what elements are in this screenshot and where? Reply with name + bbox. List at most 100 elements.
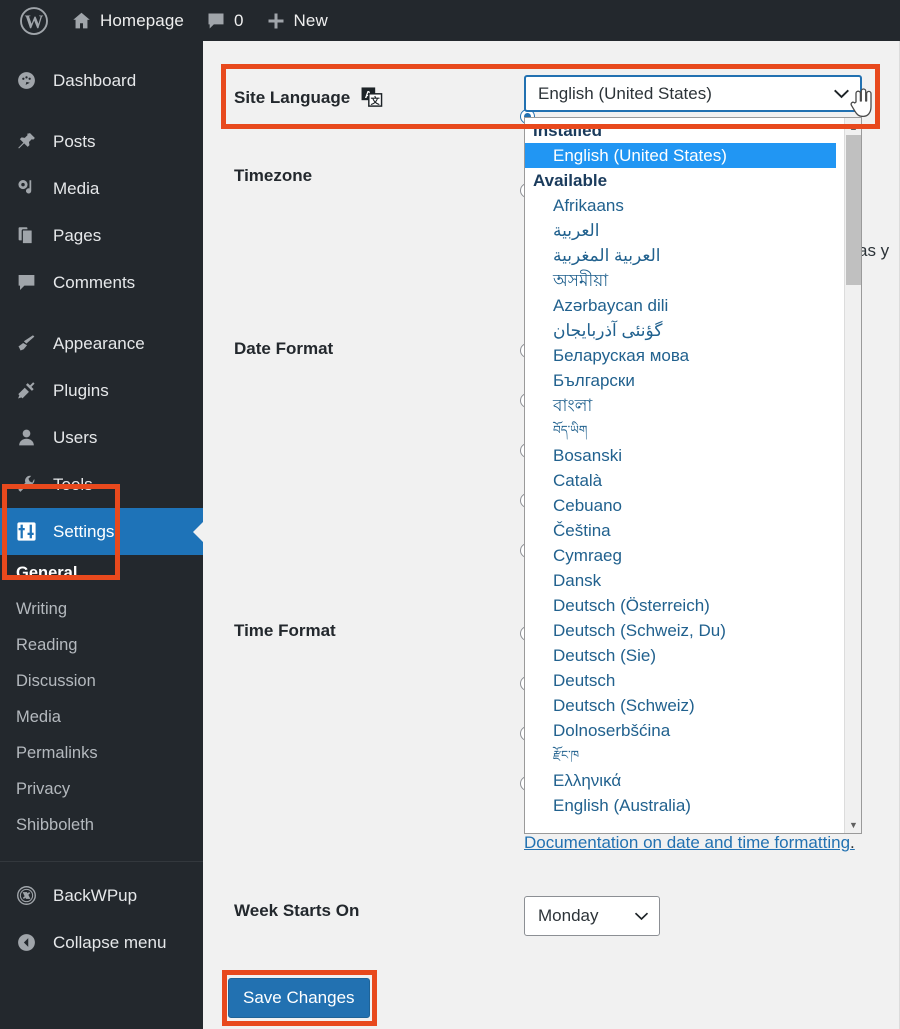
language-option[interactable]: বাংলা	[525, 393, 836, 418]
language-option[interactable]: Dansk	[525, 568, 836, 593]
language-option[interactable]: Afrikaans	[525, 193, 836, 218]
sidebar-item-appearance[interactable]: Appearance	[0, 320, 203, 367]
language-option[interactable]: অসমীয়া	[525, 268, 836, 293]
language-option[interactable]: العربية المغربية	[525, 243, 836, 268]
documentation-link-period: .	[850, 833, 855, 852]
scrollbar-down-arrow-icon[interactable]: ▼	[845, 816, 861, 833]
sidebar-item-label: Appearance	[53, 333, 145, 353]
site-language-select[interactable]: English (United States)	[524, 75, 862, 112]
collapse-arrow-icon	[16, 932, 42, 953]
sidebar-item-backwpup[interactable]: BackWPup	[0, 872, 203, 919]
adminbar-item-comments[interactable]: 0	[195, 0, 255, 41]
language-option[interactable]: Deutsch (Sie)	[525, 643, 836, 668]
language-option[interactable]: Ελληνικά	[525, 768, 836, 793]
week-starts-on-select[interactable]: Monday	[524, 896, 660, 936]
adminbar-comments-count: 0	[233, 10, 244, 30]
media-camera-music-icon	[16, 178, 42, 199]
sidebar-item-discussion[interactable]: Discussion	[0, 663, 203, 699]
language-option[interactable]: Български	[525, 368, 836, 393]
sidebar-item-privacy[interactable]: Privacy	[0, 771, 203, 807]
sidebar-item-settings[interactable]: Settings	[0, 508, 204, 555]
sidebar-item-media[interactable]: Media	[0, 165, 203, 212]
week-starts-on-label: Week Starts On	[234, 901, 360, 920]
sidebar-item-comments[interactable]: Comments	[0, 259, 203, 306]
language-option[interactable]: བོད་ཡིག	[525, 418, 836, 443]
language-option-english-united-states[interactable]: English (United States)	[525, 143, 836, 168]
adminbar-item-new[interactable]: New	[255, 0, 339, 41]
sidebar-item-users[interactable]: Users	[0, 414, 203, 461]
sidebar-item-collapse-menu[interactable]: Collapse menu	[0, 919, 203, 966]
sidebar-item-dashboard[interactable]: Dashboard	[0, 57, 203, 104]
language-option[interactable]: Deutsch (Schweiz, Du)	[525, 618, 836, 643]
sidebar-item-label: Dashboard	[53, 70, 137, 90]
admin-bar: W Homepage 0 New	[0, 0, 900, 41]
time-format-label: Time Format	[234, 621, 336, 640]
language-option-list: Installed English (United States) Availa…	[525, 118, 836, 833]
sidebar-item-label: Tools	[53, 474, 93, 494]
plug-icon	[16, 380, 42, 401]
sidebar-item-label: Users	[53, 427, 98, 447]
language-option[interactable]: Azərbaycan dili	[525, 293, 836, 318]
svg-text:W: W	[25, 12, 44, 33]
optgroup-available: Available	[533, 171, 608, 190]
site-language-dropdown-list[interactable]: Installed English (United States) Availa…	[524, 117, 862, 834]
sidebar-item-label: Media	[53, 178, 100, 198]
svg-text:文: 文	[370, 95, 381, 106]
settings-submenu: General Writing Reading Discussion Media…	[0, 555, 203, 847]
adminbar-item-homepage[interactable]: Homepage	[60, 0, 195, 41]
language-option[interactable]: Deutsch	[525, 668, 836, 693]
language-option[interactable]: Беларуская мова	[525, 343, 836, 368]
sidebar-item-general[interactable]: General	[0, 555, 203, 591]
timezone-label: Timezone	[234, 166, 313, 185]
week-starts-on-value: Monday	[538, 906, 599, 925]
wrench-icon	[16, 474, 42, 495]
language-option[interactable]: Deutsch (Schweiz)	[525, 693, 836, 718]
sidebar-item-label: Comments	[53, 272, 136, 292]
optgroup-installed: Installed	[533, 121, 602, 140]
comment-bubble-icon	[206, 11, 226, 31]
adminbar-new-label: New	[293, 10, 328, 30]
language-option[interactable]: Català	[525, 468, 836, 493]
language-option[interactable]: Deutsch (Österreich)	[525, 593, 836, 618]
language-option[interactable]: Cymraeg	[525, 543, 836, 568]
language-option[interactable]: རྫོང་ཁ	[525, 743, 836, 768]
dashboard-gauge-icon	[16, 70, 42, 91]
pin-icon	[16, 131, 42, 152]
sidebar-item-writing[interactable]: Writing	[0, 591, 203, 627]
dropdown-scrollbar[interactable]: ▲ ▼	[844, 118, 861, 833]
language-option[interactable]: Dolnoserbšćina	[525, 718, 836, 743]
language-option[interactable]: Cebuano	[525, 493, 836, 518]
language-option[interactable]: Čeština	[525, 518, 836, 543]
language-option[interactable]: گؤنئی آذربایجان	[525, 318, 836, 343]
sidebar-item-shibboleth[interactable]: Shibboleth	[0, 807, 203, 843]
date-format-label: Date Format	[234, 339, 334, 358]
current-menu-arrow-icon	[193, 520, 204, 543]
home-icon	[71, 10, 92, 31]
site-language-label-cell: Site Language A 文	[203, 84, 493, 108]
language-option[interactable]: Bosanski	[525, 443, 836, 468]
documentation-link-text: Documentation on date and time formattin…	[524, 833, 851, 852]
scrollbar-thumb[interactable]	[846, 135, 861, 285]
save-changes-button[interactable]: Save Changes	[228, 978, 370, 1018]
sidebar-item-tools[interactable]: Tools	[0, 461, 203, 508]
settings-sliders-icon	[16, 521, 42, 542]
translation-icon: A 文	[361, 87, 383, 107]
documentation-link[interactable]: Documentation on date and time formattin…	[524, 833, 855, 853]
admin-sidebar-menu: Dashboard Posts Media Pages Comments App…	[0, 41, 204, 1029]
sidebar-item-posts[interactable]: Posts	[0, 118, 203, 165]
sidebar-item-pages[interactable]: Pages	[0, 212, 203, 259]
sidebar-item-label: BackWPup	[53, 885, 138, 905]
language-option[interactable]: English (Australia)	[525, 793, 836, 818]
sidebar-item-media-settings[interactable]: Media	[0, 699, 203, 735]
scrollbar-up-arrow-icon[interactable]: ▲	[845, 118, 861, 135]
language-option[interactable]: العربية	[525, 218, 836, 243]
sidebar-item-label: Plugins	[53, 380, 109, 400]
sidebar-item-label: Pages	[53, 225, 102, 245]
sidebar-item-plugins[interactable]: Plugins	[0, 367, 203, 414]
sidebar-item-reading[interactable]: Reading	[0, 627, 203, 663]
sidebar-item-permalinks[interactable]: Permalinks	[0, 735, 203, 771]
menu-separator	[0, 306, 203, 320]
wp-logo-button[interactable]: W	[0, 0, 60, 41]
chevron-down-icon	[833, 88, 850, 99]
wordpress-admin-screen: W Homepage 0 New Dashboard Posts Media P…	[0, 0, 900, 1029]
